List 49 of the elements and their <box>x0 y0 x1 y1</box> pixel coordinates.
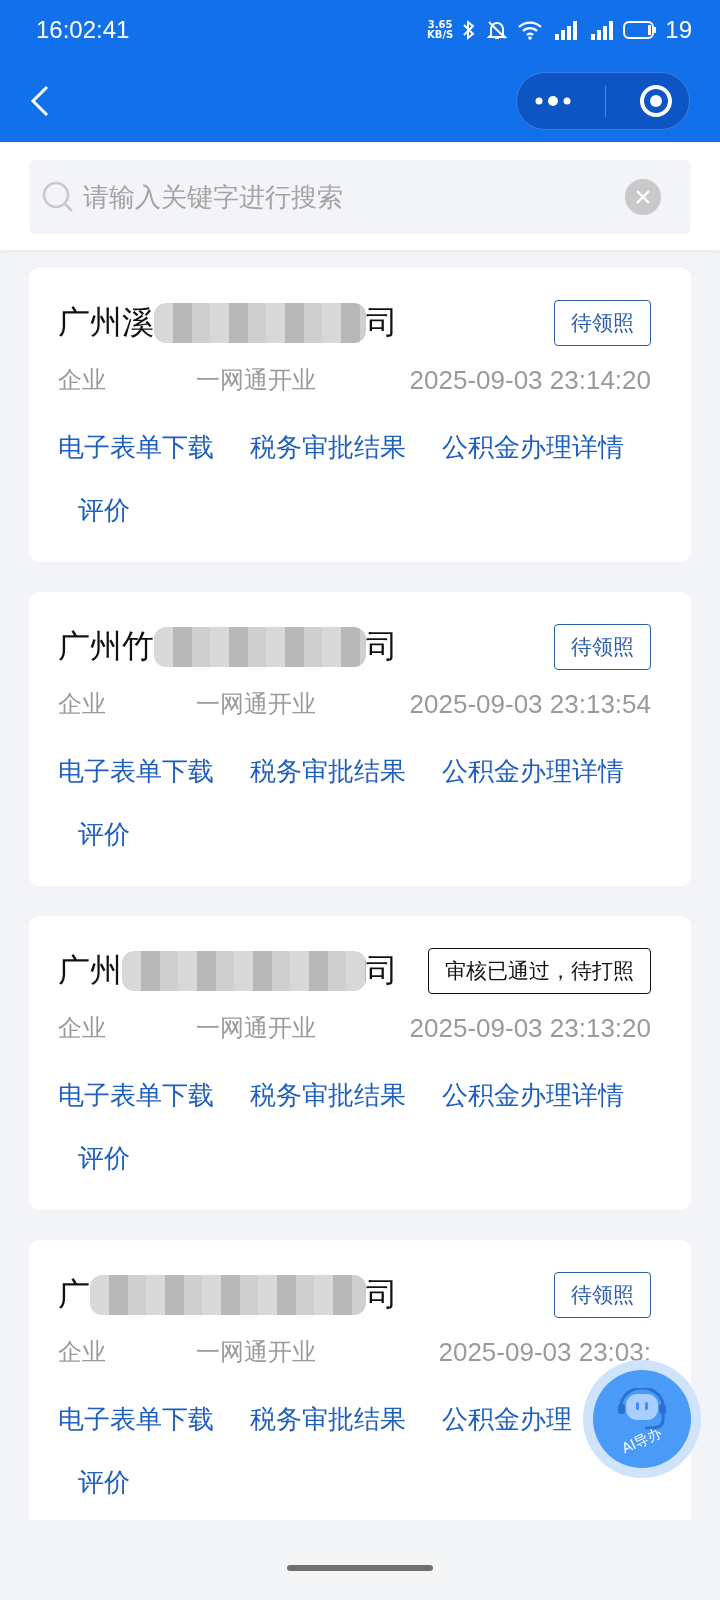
submit-time: 2025-09-03 23:14:20 <box>409 364 651 396</box>
service-name: 一网通开业 <box>196 365 317 396</box>
submit-time: 2025-09-03 23:03: <box>438 1336 651 1368</box>
battery-level: 19 <box>665 16 692 44</box>
action-link[interactable]: 税务审批结果 <box>250 1078 406 1113</box>
back-icon[interactable] <box>30 85 50 117</box>
action-link[interactable]: 电子表单下载 <box>58 754 214 789</box>
action-link[interactable]: 评价 <box>78 1141 130 1176</box>
action-link[interactable]: 评价 <box>78 817 130 852</box>
status-badge: 待领照 <box>554 624 651 670</box>
service-name: 一网通开业 <box>196 1337 317 1368</box>
submit-time: 2025-09-03 23:13:20 <box>409 1012 651 1044</box>
company-name: 广州溪 <box>58 302 154 343</box>
close-program-icon[interactable] <box>638 84 673 118</box>
status-badge: 待领照 <box>554 1272 651 1318</box>
battery-icon <box>623 20 658 40</box>
submit-time: 2025-09-03 23:13:54 <box>409 688 651 720</box>
action-link[interactable]: 公积金办理详情 <box>442 430 624 465</box>
action-link[interactable]: 公积金办理详情 <box>442 754 624 789</box>
status-badge: 审核已通过，待打照 <box>428 948 651 994</box>
network-speed: 3.65 KB/S <box>427 20 454 40</box>
entity-type: 企业 <box>58 365 107 396</box>
entity-type: 企业 <box>58 689 107 720</box>
action-link[interactable]: 评价 <box>78 1465 130 1500</box>
action-link[interactable]: 公积金办理 <box>442 1402 572 1437</box>
service-name: 一网通开业 <box>196 689 317 720</box>
search-field[interactable]: 请输入关键字进行搜索 <box>29 160 691 234</box>
company-name: 广州 <box>58 950 122 991</box>
entity-type: 企业 <box>58 1013 107 1044</box>
action-link[interactable]: 税务审批结果 <box>250 1402 406 1437</box>
action-link[interactable]: 电子表单下载 <box>58 1078 214 1113</box>
company-name: 司 <box>366 626 398 667</box>
action-link[interactable]: 税务审批结果 <box>250 430 406 465</box>
company-name: 司 <box>366 1274 398 1315</box>
action-link[interactable]: 税务审批结果 <box>250 754 406 789</box>
action-link[interactable]: 公积金办理详情 <box>442 1078 624 1113</box>
action-link[interactable]: 电子表单下载 <box>58 1402 214 1437</box>
status-badge: 待领照 <box>554 300 651 346</box>
company-name: 广 <box>58 1274 90 1315</box>
wifi-icon <box>517 20 544 40</box>
muted-bell-icon <box>485 19 510 41</box>
action-link[interactable]: 评价 <box>78 493 130 528</box>
entity-type: 企业 <box>58 1337 107 1368</box>
company-name: 司 <box>366 302 398 343</box>
action-link[interactable]: 电子表单下载 <box>58 430 214 465</box>
service-name: 一网通开业 <box>196 1013 317 1044</box>
company-name: 司 <box>366 950 398 991</box>
company-name: 广州竹 <box>58 626 154 667</box>
status-time: 16:02:41 <box>36 16 130 44</box>
